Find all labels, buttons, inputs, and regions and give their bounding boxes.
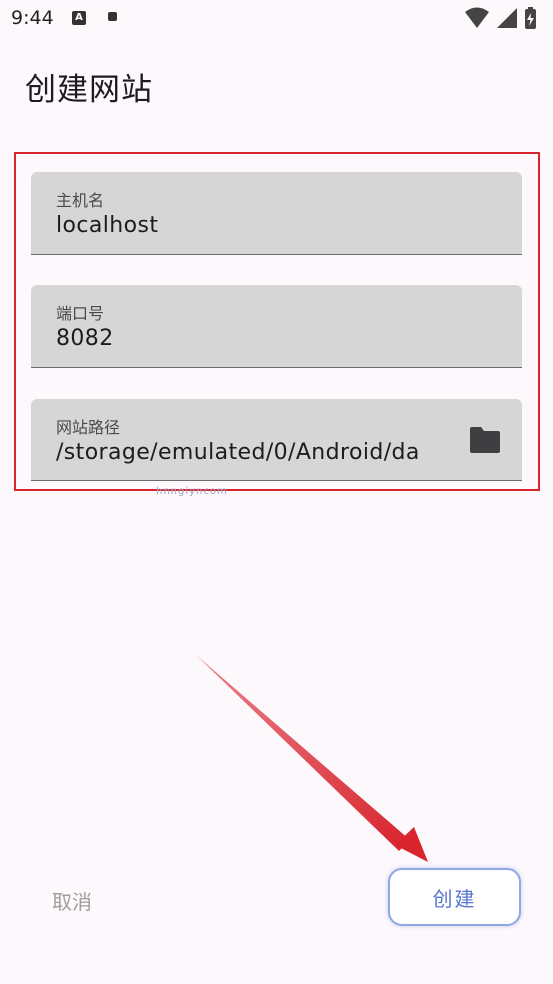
square-icon	[108, 12, 117, 21]
path-field[interactable]: 网站路径 /storage/emulated/0/Android/da	[31, 399, 522, 481]
status-time: 9:44	[11, 7, 54, 29]
watermark: hnngiyncom	[156, 486, 228, 497]
arrow-head	[395, 827, 428, 862]
page-title: 创建网站	[25, 72, 153, 108]
wifi-icon	[465, 7, 489, 28]
arrow-shaft	[196, 655, 410, 851]
signal-icon	[497, 8, 517, 28]
system-icons	[463, 6, 543, 30]
host-field[interactable]: 主机名 localhost	[31, 172, 522, 255]
status-bar: 9:44 A	[0, 0, 553, 38]
port-field-value[interactable]: 8082	[56, 326, 114, 351]
path-field-value[interactable]: /storage/emulated/0/Android/da	[56, 440, 443, 465]
battery-charging-icon	[525, 7, 536, 29]
host-field-label: 主机名	[56, 191, 105, 210]
annotation-arrow	[196, 655, 428, 862]
path-field-label: 网站路径	[56, 418, 121, 437]
cancel-button[interactable]: 取消	[52, 886, 92, 915]
folder-icon[interactable]	[468, 423, 502, 457]
text-a-icon: A	[72, 11, 86, 25]
create-button[interactable]: 创建	[388, 868, 521, 926]
port-field[interactable]: 端口号 8082	[31, 285, 522, 368]
host-field-value[interactable]: localhost	[56, 213, 158, 238]
port-field-label: 端口号	[56, 304, 105, 323]
